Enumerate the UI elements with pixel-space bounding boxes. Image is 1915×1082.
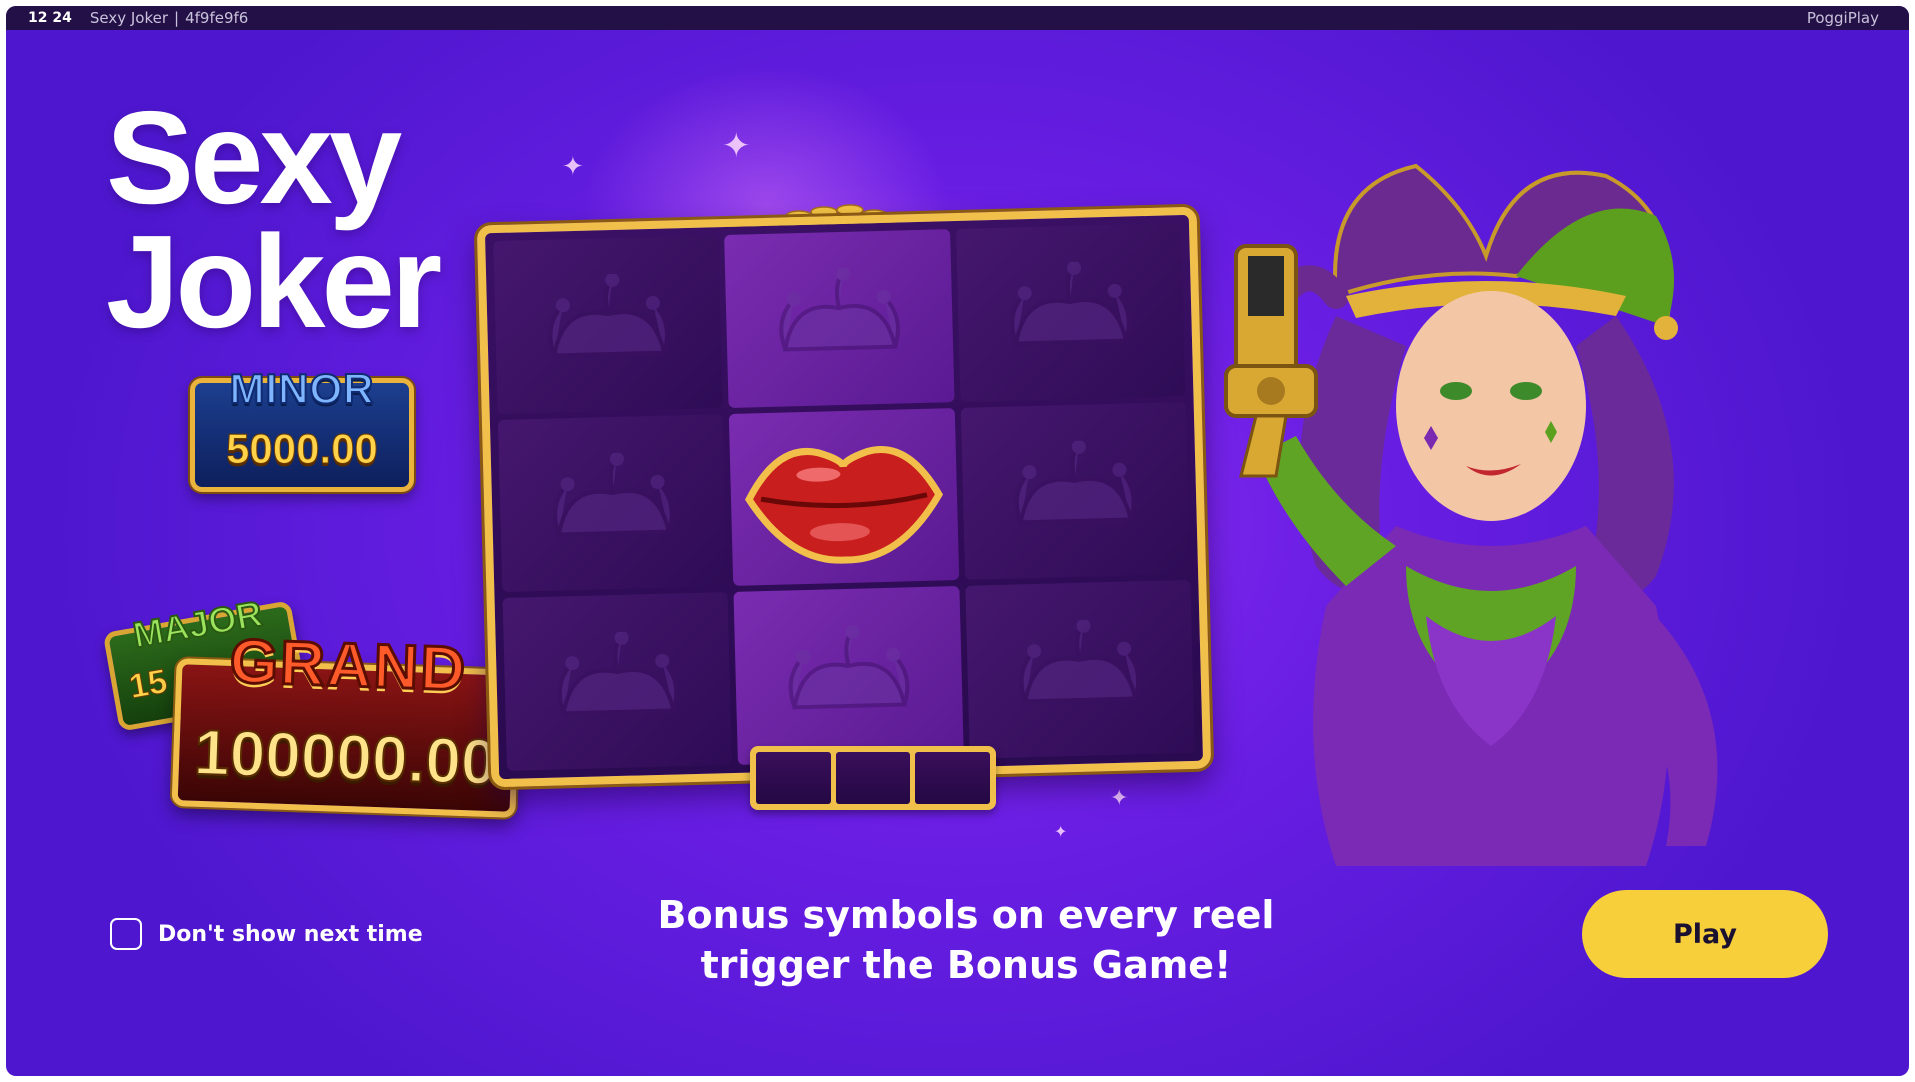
clock: 12 24: [28, 10, 72, 26]
reel-cell: [493, 235, 723, 414]
sparkle-icon: ✦: [562, 152, 584, 182]
feature-caption-line-2: trigger the Bonus Game!: [700, 943, 1232, 987]
lips-icon: [744, 446, 943, 564]
jester-hat-icon: [552, 451, 674, 537]
reel-cell: [724, 229, 955, 408]
dont-show-label: Don't show next time: [158, 921, 423, 947]
dont-show-again-toggle[interactable]: Don't show next time: [110, 918, 423, 950]
reel-cell: [965, 580, 1195, 759]
jester-hat-icon: [1015, 439, 1136, 525]
game-title: Sexy Joker: [106, 84, 442, 355]
tray-slot: [835, 752, 911, 804]
provider-name: PoggiPlay: [1806, 9, 1879, 27]
sparkle-icon: ✦: [722, 126, 751, 166]
jackpot-minor-badge: MINOR 5000.00: [190, 364, 414, 492]
jester-hat-icon: [1010, 261, 1132, 346]
reel-cell: [960, 401, 1191, 581]
session-id: 4f9fe9f6: [185, 9, 249, 27]
reel-tray: [750, 746, 996, 810]
feature-caption: Bonus symbols on every reel trigger the …: [566, 890, 1366, 990]
window-title-bar: 12 24 Sexy Joker | 4f9fe9f6 PoggiPlay: [6, 6, 1909, 30]
game-title-line-2: Joker: [106, 208, 442, 355]
jester-hat-icon: [779, 267, 900, 352]
game-title-line-1: Sexy: [106, 84, 402, 231]
reel-cell: [955, 223, 1186, 402]
jackpot-minor-label: MINOR: [229, 364, 375, 413]
sparkle-icon: ✦: [1110, 786, 1129, 811]
jackpot-grand-label: GRAND: [227, 625, 470, 705]
title-separator: |: [174, 9, 180, 27]
reel-cell: [497, 413, 728, 593]
jackpot-major-value: 15: [126, 662, 171, 707]
jackpot-minor-value: 5000.00: [226, 425, 379, 473]
splash-screen: 12 24 Sexy Joker | 4f9fe9f6 PoggiPlay ✦ …: [6, 6, 1909, 1076]
window-title: Sexy Joker: [89, 9, 169, 27]
tray-slot: [915, 752, 991, 804]
reel-cell: [502, 592, 733, 771]
tray-slot: [756, 752, 831, 804]
dont-show-checkbox[interactable]: [110, 918, 142, 950]
jester-hat-icon: [788, 624, 910, 710]
slot-reels: [476, 206, 1212, 788]
reel-cell: [733, 586, 964, 765]
jackpot-grand-value: 100000.00: [192, 715, 499, 800]
jester-hat-icon: [557, 630, 678, 716]
feature-caption-line-1: Bonus symbols on every reel: [657, 893, 1275, 937]
reel-cell: [729, 407, 959, 587]
sparkle-icon: ✦: [1054, 822, 1068, 841]
jester-hat-icon: [1019, 618, 1141, 704]
jackpot-grand-badge: GRAND 100000.00: [171, 625, 521, 818]
play-button[interactable]: Play: [1582, 890, 1828, 978]
jester-character-illustration: [1224, 163, 1718, 866]
jester-hat-icon: [548, 273, 669, 358]
